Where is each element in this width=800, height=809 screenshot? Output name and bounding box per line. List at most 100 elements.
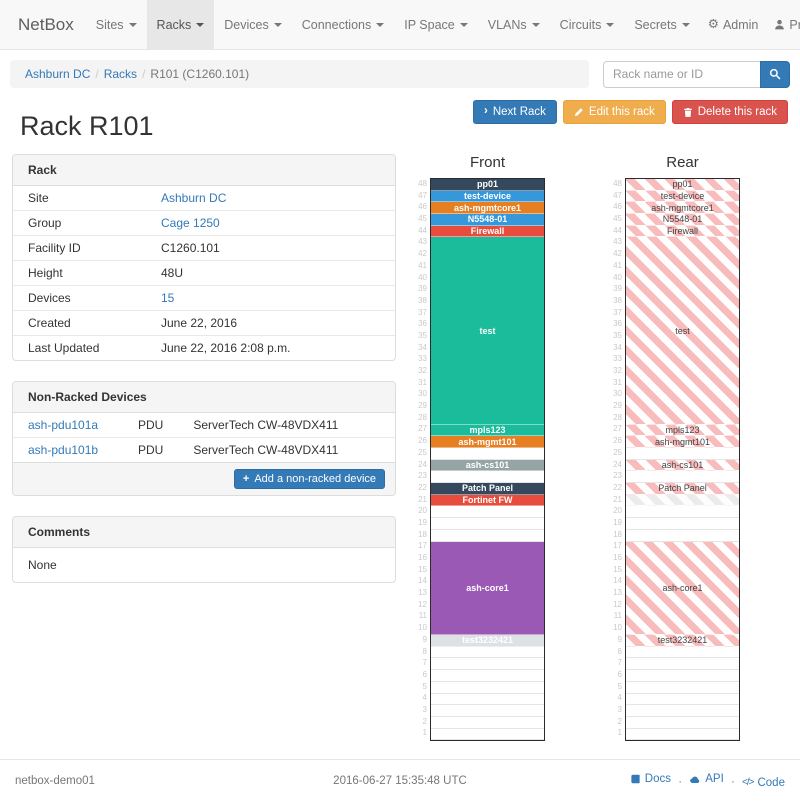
add-non-racked-device-button[interactable]: +Add a non-racked device: [234, 469, 385, 489]
rack-unit-number: 12: [414, 599, 430, 611]
rack-unit-number: 17: [609, 540, 625, 552]
nav-item-admin[interactable]: ⚙Admin: [700, 0, 767, 49]
edit-rack-button[interactable]: Edit this rack: [563, 100, 666, 124]
rack-unit-number: 24: [414, 459, 430, 471]
attribute-label: Site: [13, 186, 146, 211]
rack-device-rear[interactable]: Firewall: [626, 226, 739, 238]
rack-unit-number: 3: [414, 704, 430, 716]
attribute-value-link[interactable]: 15: [161, 291, 174, 305]
rack-device-front[interactable]: Patch Panel: [431, 483, 544, 495]
rack-unit-number: 7: [609, 657, 625, 669]
rack-unit-number: 19: [609, 517, 625, 529]
footer-link-docs[interactable]: Docs: [630, 773, 671, 785]
rack-device-front[interactable]: mpls123: [431, 425, 544, 437]
chevron-down-icon: [606, 23, 614, 27]
nav-item-ip-space[interactable]: IP Space: [394, 0, 478, 49]
rack-device-front[interactable]: pp01: [431, 179, 544, 191]
rack-unit-number: 36: [414, 318, 430, 330]
rack-unit-number: 14: [414, 575, 430, 587]
rack-device-front[interactable]: ash-mgmt101: [431, 436, 544, 448]
rack-unit-empty: [431, 682, 544, 694]
breadcrumb-item[interactable]: Racks: [104, 67, 137, 81]
front-elevation-title: Front: [430, 154, 545, 171]
rack-device-rear[interactable]: pp01: [626, 179, 739, 191]
footer: netbox-demo01 2016-06-27 15:35:48 UTC Do…: [0, 759, 800, 809]
rack-unit-number: 23: [414, 470, 430, 482]
nav-item-connections[interactable]: Connections: [292, 0, 395, 49]
rack-device-rear[interactable]: mpls123: [626, 425, 739, 437]
rack-device-rear[interactable]: ash-mgmt101: [626, 436, 739, 448]
rack-unit-number: 13: [414, 587, 430, 599]
search-button[interactable]: [760, 61, 790, 88]
rack-unit-number: 25: [414, 447, 430, 459]
chevron-right-icon: ›: [484, 106, 488, 118]
rack-unit-number: 31: [609, 377, 625, 389]
footer-link-api[interactable]: API: [689, 773, 724, 785]
rack-unit-number: 34: [609, 342, 625, 354]
rack-device-front[interactable]: test-device: [431, 191, 544, 203]
device-link[interactable]: ash-pdu101a: [28, 418, 98, 432]
rack-device-rear[interactable]: test-device: [626, 191, 739, 203]
nav-item-racks[interactable]: Racks: [147, 0, 215, 49]
rack-unit-number: 26: [414, 435, 430, 447]
front-unit-numbers: 4847464544434241403938373635343332313029…: [414, 178, 430, 741]
nav-item-sites[interactable]: Sites: [86, 0, 147, 49]
brand-link[interactable]: NetBox: [6, 0, 86, 49]
nav-item-circuits[interactable]: Circuits: [550, 0, 625, 49]
rack-device-rear[interactable]: ash-core1: [626, 542, 739, 636]
rack-device-rear[interactable]: test3232421: [626, 635, 739, 647]
rack-unit-number: 40: [414, 272, 430, 284]
rack-device-rear: [626, 495, 739, 507]
cloud-icon: [689, 774, 701, 785]
rack-unit-number: 41: [414, 260, 430, 272]
front-rack: pp01test-deviceash-mgmtcore1N5548-01Fire…: [430, 178, 545, 741]
attribute-label: Height: [13, 261, 146, 286]
nav-item-profile[interactable]: Profile: [766, 0, 800, 49]
rack-device-front[interactable]: test3232421: [431, 635, 544, 647]
rack-device-front[interactable]: test: [431, 237, 544, 424]
attribute-value: June 22, 2016: [146, 311, 395, 336]
comments-body: None: [13, 548, 395, 582]
rack-device-rear[interactable]: ash-cs101: [626, 460, 739, 472]
rack-unit-number: 10: [414, 622, 430, 634]
rack-device-front[interactable]: ash-cs101: [431, 460, 544, 472]
nav-item-vlans[interactable]: VLANs: [478, 0, 550, 49]
rear-elevation: Rear 48474645444342414039383736353433323…: [609, 154, 740, 741]
rack-unit-empty: [626, 448, 739, 460]
rack-unit-empty: [431, 518, 544, 530]
rack-unit-number: 18: [609, 529, 625, 541]
device-link[interactable]: ash-pdu101b: [28, 443, 98, 457]
rack-device-front[interactable]: ash-core1: [431, 542, 544, 636]
delete-rack-button[interactable]: Delete this rack: [672, 100, 788, 124]
rack-unit-number: 47: [414, 190, 430, 202]
rack-device-rear[interactable]: N5548-01: [626, 214, 739, 226]
non-racked-device-row: ash-pdu101aPDUServerTech CW-48VDX411: [13, 413, 395, 438]
breadcrumb-item[interactable]: Ashburn DC: [25, 67, 90, 81]
rack-unit-number: 2: [414, 716, 430, 728]
nav-item-secrets[interactable]: Secrets: [624, 0, 699, 49]
search-input[interactable]: [603, 61, 760, 88]
gear-icon: ⚙: [708, 18, 719, 31]
attribute-value-link[interactable]: Cage 1250: [161, 216, 220, 230]
rack-unit-number: 12: [609, 599, 625, 611]
rack-device-front[interactable]: N5548-01: [431, 214, 544, 226]
nav-item-devices[interactable]: Devices: [214, 0, 291, 49]
rack-unit-number: 27: [414, 423, 430, 435]
rack-unit-number: 4: [414, 692, 430, 704]
chevron-down-icon: [274, 23, 282, 27]
rack-device-front[interactable]: Fortinet FW: [431, 495, 544, 507]
rack-device-front[interactable]: ash-mgmtcore1: [431, 202, 544, 214]
rack-unit-number: 34: [414, 342, 430, 354]
rack-attribute-row: Site Ashburn DC: [13, 186, 395, 211]
rack-device-rear[interactable]: Patch Panel: [626, 483, 739, 495]
rack-unit-empty: [431, 694, 544, 706]
next-rack-button[interactable]: ›Next Rack: [473, 100, 557, 124]
rack-device-rear[interactable]: test: [626, 237, 739, 424]
rack-unit-number: 20: [609, 505, 625, 517]
chevron-down-icon: [532, 23, 540, 27]
attribute-value-link[interactable]: Ashburn DC: [161, 191, 226, 205]
rack-device-rear[interactable]: ash-mgmtcore1: [626, 202, 739, 214]
rack-device-front[interactable]: Firewall: [431, 226, 544, 238]
rack-unit-number: 46: [609, 201, 625, 213]
footer-link-code[interactable]: </>Code: [742, 777, 785, 789]
